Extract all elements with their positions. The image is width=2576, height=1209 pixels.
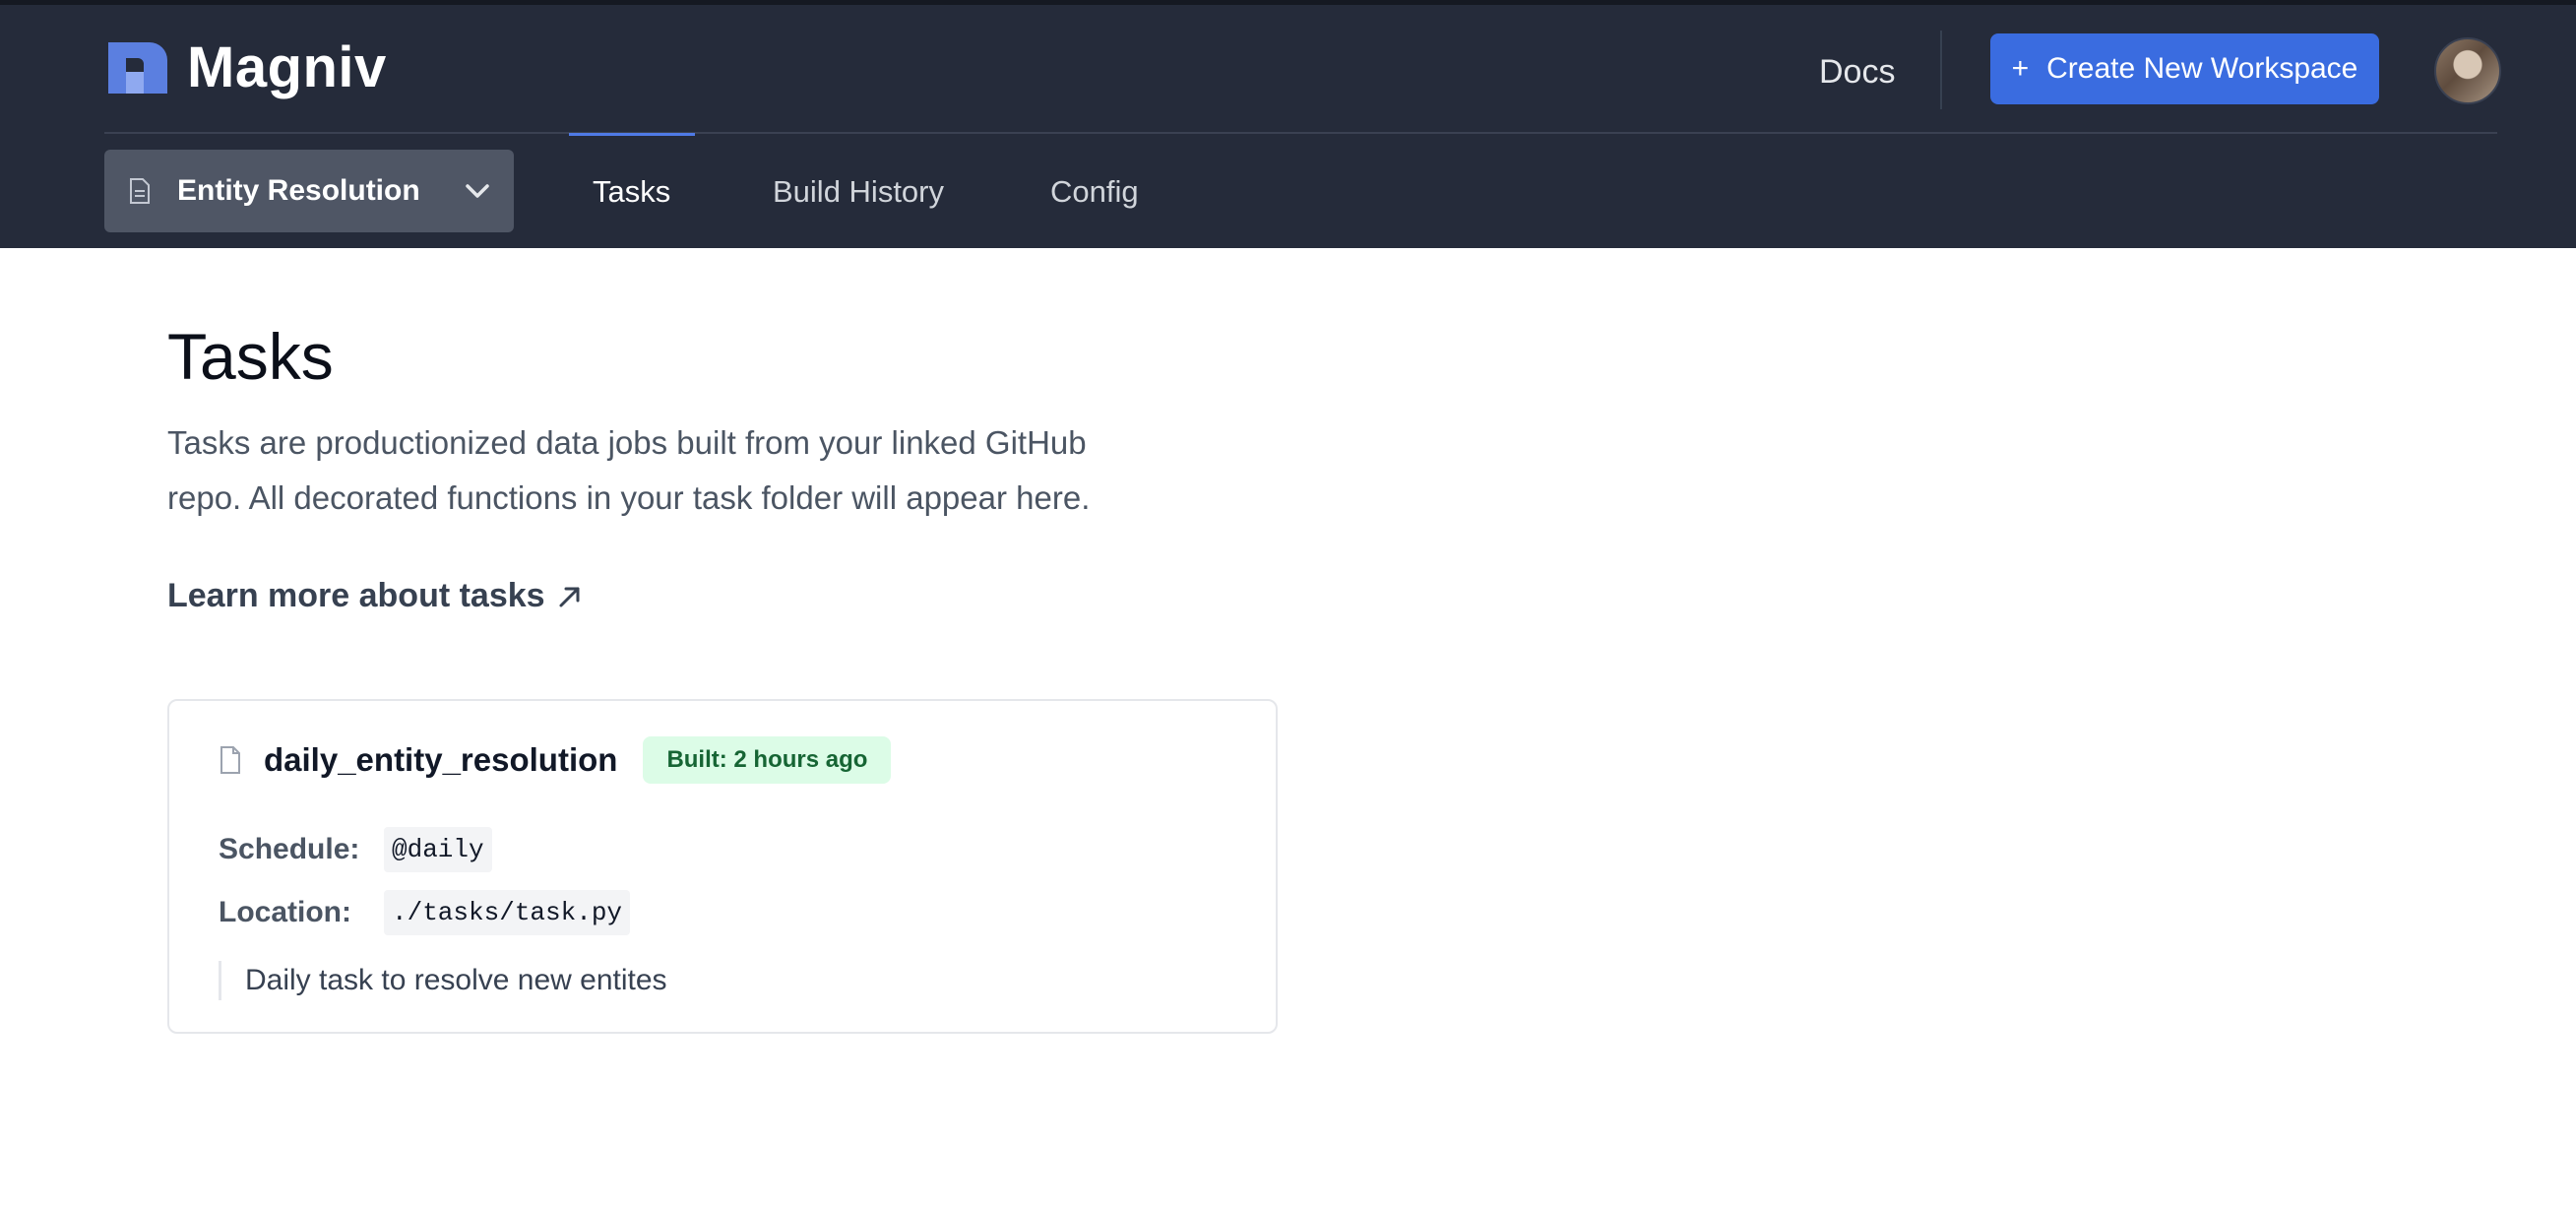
page-title: Tasks: [167, 320, 334, 393]
schedule-value: @daily: [384, 827, 492, 872]
document-icon: [130, 178, 150, 204]
task-name[interactable]: daily_entity_resolution: [264, 741, 617, 779]
chevron-down-icon: [466, 184, 489, 198]
tab-tasks[interactable]: Tasks: [593, 149, 670, 235]
location-value: ./tasks/task.py: [384, 890, 631, 935]
location-label: Location:: [219, 896, 351, 928]
tab-build-history[interactable]: Build History: [773, 149, 944, 235]
learn-more-label: Learn more about tasks: [167, 577, 545, 614]
external-arrow-icon: [559, 587, 580, 606]
location-row: Location: ./tasks/task.py: [219, 890, 631, 935]
header-separator: [104, 132, 2497, 134]
tab-config[interactable]: Config: [1050, 149, 1139, 235]
brand-name: Magniv: [187, 35, 387, 99]
page-intro: Tasks are productionized data jobs built…: [167, 424, 1091, 516]
brand-logo[interactable]: Magniv: [104, 38, 387, 97]
task-card-header: daily_entity_resolution Built: 2 hours a…: [219, 736, 892, 784]
user-avatar[interactable]: [2434, 37, 2501, 104]
magniv-logo-icon: [108, 42, 167, 94]
schedule-row: Schedule: @daily: [219, 827, 492, 872]
build-status-badge: Built: 2 hours ago: [643, 736, 892, 784]
learn-more-link[interactable]: Learn more about tasks: [167, 577, 583, 615]
workspace-select-value: Entity Resolution: [177, 174, 420, 207]
header-divider: [1940, 31, 1942, 109]
task-description: Daily task to resolve new entites: [219, 961, 667, 1000]
create-workspace-button[interactable]: + Create New Workspace: [1990, 33, 2379, 104]
file-icon: [220, 746, 240, 774]
schedule-label: Schedule:: [219, 833, 360, 865]
active-tab-indicator: [569, 133, 695, 136]
workspace-select[interactable]: Entity Resolution: [104, 150, 514, 232]
task-card[interactable]: daily_entity_resolution Built: 2 hours a…: [167, 699, 1278, 1034]
docs-link[interactable]: Docs: [1819, 48, 1895, 95]
plus-icon: +: [2011, 52, 2030, 85]
create-workspace-label: Create New Workspace: [2046, 52, 2358, 85]
top-header: Magniv Docs + Create New Workspace Entit…: [0, 5, 2576, 248]
